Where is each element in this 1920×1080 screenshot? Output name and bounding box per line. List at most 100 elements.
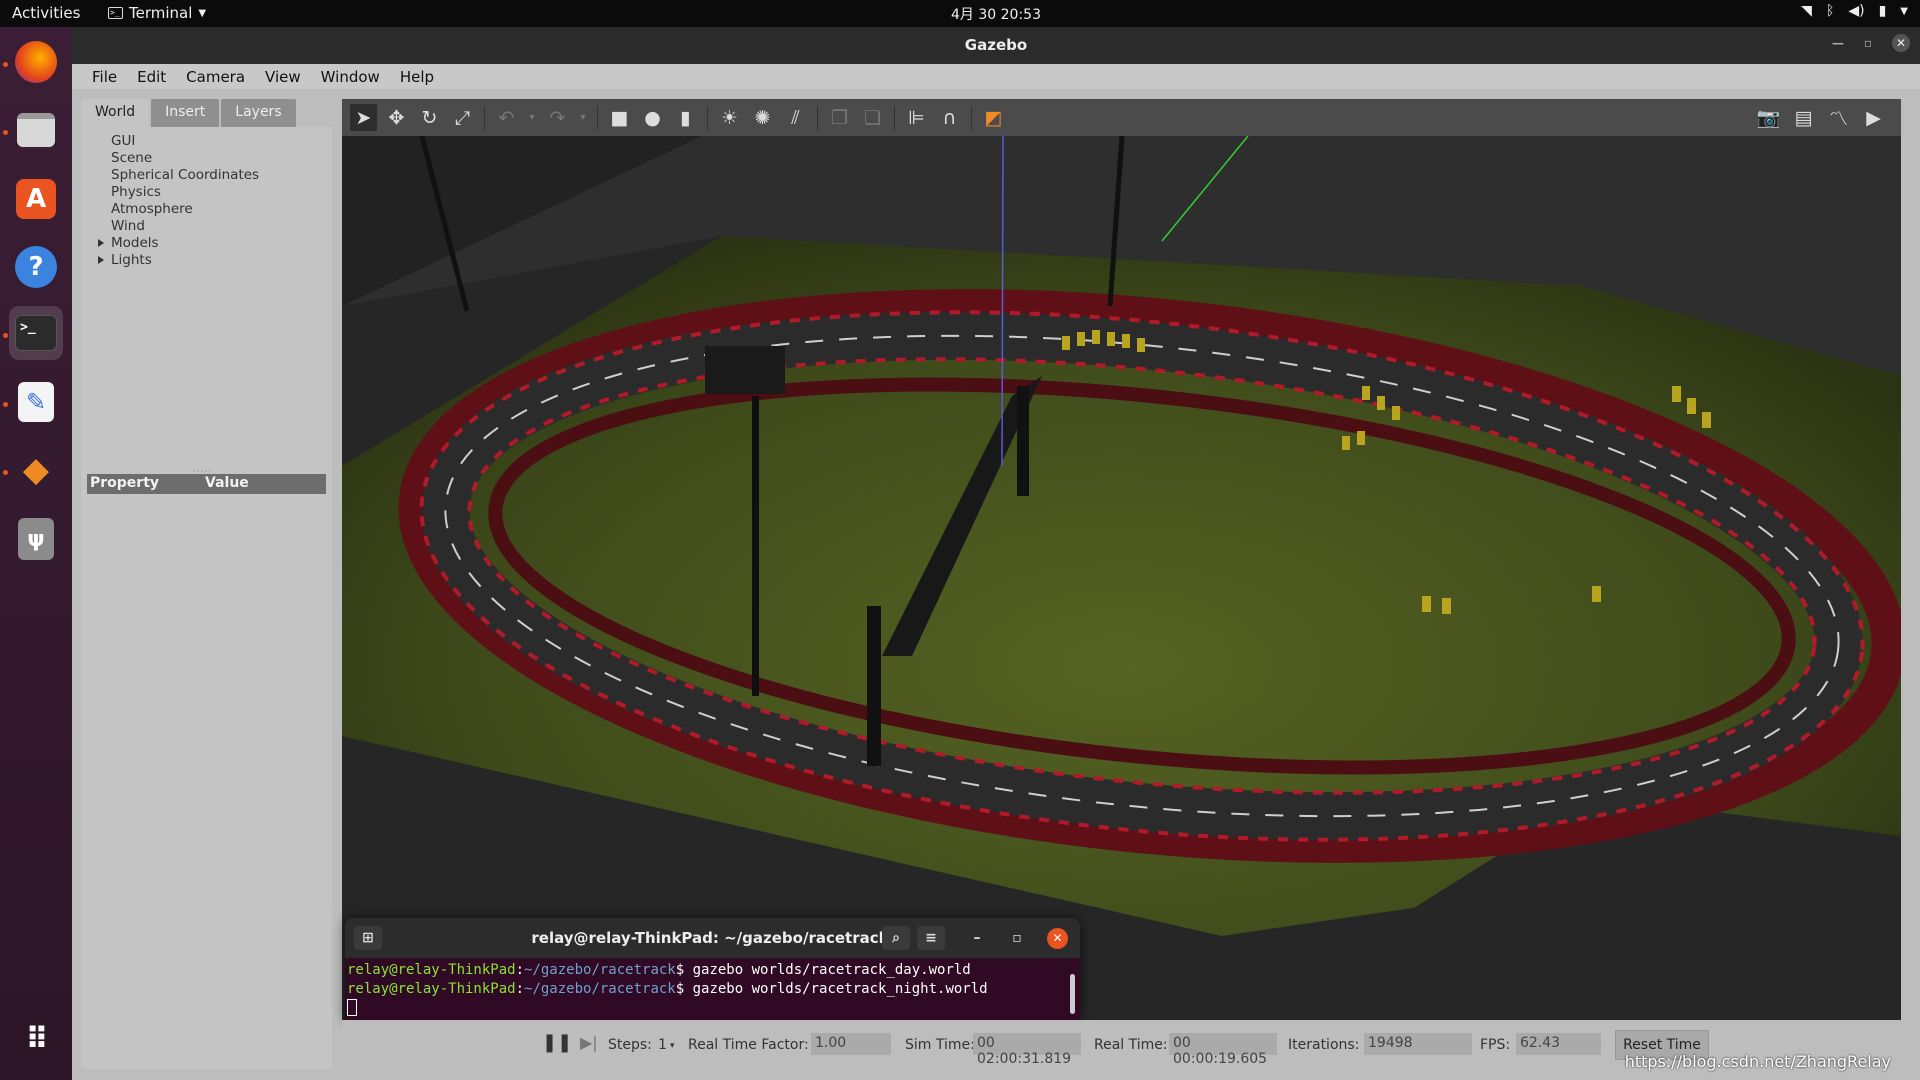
value-column-header: Value xyxy=(205,475,249,491)
paste-icon[interactable]: ❏ xyxy=(859,104,886,131)
tree-item-gui[interactable]: GUI xyxy=(81,133,332,150)
gazebo-title-bar[interactable]: Gazebo — ▫ ✕ xyxy=(72,27,1920,64)
scale-mode-icon[interactable]: ⤢ xyxy=(449,104,476,131)
running-indicator xyxy=(3,62,8,67)
help-icon: ? xyxy=(15,246,57,288)
tree-item-scene[interactable]: Scene xyxy=(81,150,332,167)
menu-window[interactable]: Window xyxy=(313,68,388,86)
terminal-window[interactable]: ⊞ relay@relay-ThinkPad: ~/gazebo/racetra… xyxy=(345,918,1080,1020)
running-indicator xyxy=(3,130,8,135)
steps-spinbox[interactable]: 1 xyxy=(658,1037,667,1053)
spot-light-icon[interactable]: ✺ xyxy=(749,104,776,131)
terminal-line xyxy=(347,998,1080,1017)
dock-help[interactable]: ? xyxy=(9,240,63,294)
view-angle-icon[interactable]: ◩ xyxy=(980,104,1007,131)
window-title: Gazebo xyxy=(964,36,1028,54)
dock-gazebo[interactable]: ◆ xyxy=(9,443,63,497)
terminal-minimize-button[interactable]: – xyxy=(963,926,991,950)
tab-insert[interactable]: Insert xyxy=(151,99,220,127)
select-mode-icon[interactable]: ➤ xyxy=(350,104,377,131)
sim-time-label: Sim Time: xyxy=(905,1037,975,1053)
rotate-mode-icon[interactable]: ↻ xyxy=(416,104,443,131)
chevron-down-icon[interactable]: ▾ xyxy=(577,104,589,131)
running-indicator xyxy=(3,470,8,475)
dock-usb[interactable]: ψ xyxy=(9,512,63,566)
snap-icon[interactable]: ∩ xyxy=(936,104,963,131)
3d-viewport[interactable] xyxy=(342,136,1901,1020)
terminal-cursor xyxy=(347,998,357,1016)
tab-world[interactable]: World xyxy=(81,99,150,127)
simulation-status-bar: ❚❚ ▶| Steps: 1 ▾ Real Time Factor: 1.00 … xyxy=(342,1020,1901,1071)
align-icon[interactable]: ⊫ xyxy=(903,104,930,131)
log-icon[interactable]: ▤ xyxy=(1790,104,1817,131)
terminal-output[interactable]: relay@relay-ThinkPad:~/gazebo/racetrack$… xyxy=(345,958,1080,1017)
sphere-shape-icon[interactable]: ● xyxy=(639,104,666,131)
toolbar-divider xyxy=(597,105,598,130)
maximize-button[interactable]: ▫ xyxy=(1864,36,1872,50)
software-icon: A xyxy=(16,179,56,219)
terminal-maximize-button[interactable]: ▫ xyxy=(1003,926,1031,950)
chevron-down-icon[interactable]: ▾ xyxy=(670,1041,675,1051)
show-applications-button[interactable]: ⠿ xyxy=(9,1012,63,1066)
toolbar-divider xyxy=(707,105,708,130)
tree-item-physics[interactable]: Physics xyxy=(81,184,332,201)
wifi-icon: ◥ xyxy=(1801,3,1812,19)
terminal-title-bar[interactable]: ⊞ relay@relay-ThinkPad: ~/gazebo/racetra… xyxy=(345,918,1080,958)
rtf-value: 1.00 xyxy=(811,1033,891,1055)
menu-file[interactable]: File xyxy=(84,68,125,86)
dock-software[interactable]: A xyxy=(9,172,63,226)
text-editor-icon: ✎ xyxy=(18,382,54,422)
chevron-down-icon[interactable]: ▾ xyxy=(526,104,538,131)
terminal-scrollbar[interactable] xyxy=(1070,974,1075,1014)
dock-terminal[interactable]: >_ xyxy=(9,306,63,360)
fps-label: FPS: xyxy=(1480,1037,1511,1053)
tree-item-models[interactable]: Models xyxy=(81,235,332,252)
prompt-user: relay@relay-ThinkPad xyxy=(347,962,516,978)
translate-mode-icon[interactable]: ✥ xyxy=(383,104,410,131)
toolbar-divider xyxy=(971,105,972,130)
close-button[interactable]: ✕ xyxy=(1892,34,1910,52)
screenshot-icon[interactable]: 📷 xyxy=(1755,104,1782,131)
usb-drive-icon: ψ xyxy=(18,518,54,560)
video-record-icon[interactable]: ▶ xyxy=(1860,104,1887,131)
menu-help[interactable]: Help xyxy=(392,68,442,86)
tree-item-atmosphere[interactable]: Atmosphere xyxy=(81,201,332,218)
files-icon xyxy=(17,113,55,147)
copy-icon[interactable]: ❐ xyxy=(826,104,853,131)
tree-item-lights[interactable]: Lights xyxy=(81,252,332,269)
running-indicator xyxy=(3,333,8,338)
tab-layers[interactable]: Layers xyxy=(221,99,296,127)
tree-item-wind[interactable]: Wind xyxy=(81,218,332,235)
system-tray[interactable]: ◥ ᛒ ◀) ▮ ▼ xyxy=(1801,3,1908,19)
cylinder-shape-icon[interactable]: ▮ xyxy=(672,104,699,131)
menu-camera[interactable]: Camera xyxy=(178,68,253,86)
terminal-search-button[interactable]: ⌕ xyxy=(882,926,910,950)
undo-icon[interactable]: ↶ xyxy=(493,104,520,131)
dock-text-editor[interactable]: ✎ xyxy=(9,375,63,429)
fps-value: 62.43 xyxy=(1516,1033,1601,1055)
minimize-button[interactable]: — xyxy=(1832,36,1844,50)
command-text: $ gazebo worlds/racetrack_night.world xyxy=(675,980,988,997)
terminal-close-button[interactable]: ✕ xyxy=(1047,928,1068,949)
left-panel: World Insert Layers GUI Scene Spherical … xyxy=(81,99,332,1069)
plot-icon[interactable]: 〽 xyxy=(1825,104,1852,131)
tree-item-spherical-coordinates[interactable]: Spherical Coordinates xyxy=(81,167,332,184)
step-button[interactable]: ▶| xyxy=(580,1033,598,1052)
dock-firefox[interactable] xyxy=(9,35,63,89)
real-time-label: Real Time: xyxy=(1094,1037,1168,1053)
menu-edit[interactable]: Edit xyxy=(129,68,174,86)
clock[interactable]: 4月 30 20:53 xyxy=(0,4,1920,24)
toolbar-divider xyxy=(817,105,818,130)
sim-time-value: 00 02:00:31.819 xyxy=(973,1033,1081,1067)
terminal-menu-button[interactable]: ≡ xyxy=(917,926,945,950)
box-shape-icon[interactable]: ■ xyxy=(606,104,633,131)
pause-button[interactable]: ❚❚ xyxy=(542,1032,572,1053)
point-light-icon[interactable]: ☀ xyxy=(716,104,743,131)
volume-icon: ◀) xyxy=(1848,3,1865,19)
property-column-header: Property xyxy=(90,475,160,491)
redo-icon[interactable]: ↷ xyxy=(544,104,571,131)
prompt-path: ~/gazebo/racetrack xyxy=(524,962,676,978)
menu-view[interactable]: View xyxy=(257,68,309,86)
directional-light-icon[interactable]: ⫽ xyxy=(782,104,809,131)
dock-files[interactable] xyxy=(9,103,63,157)
